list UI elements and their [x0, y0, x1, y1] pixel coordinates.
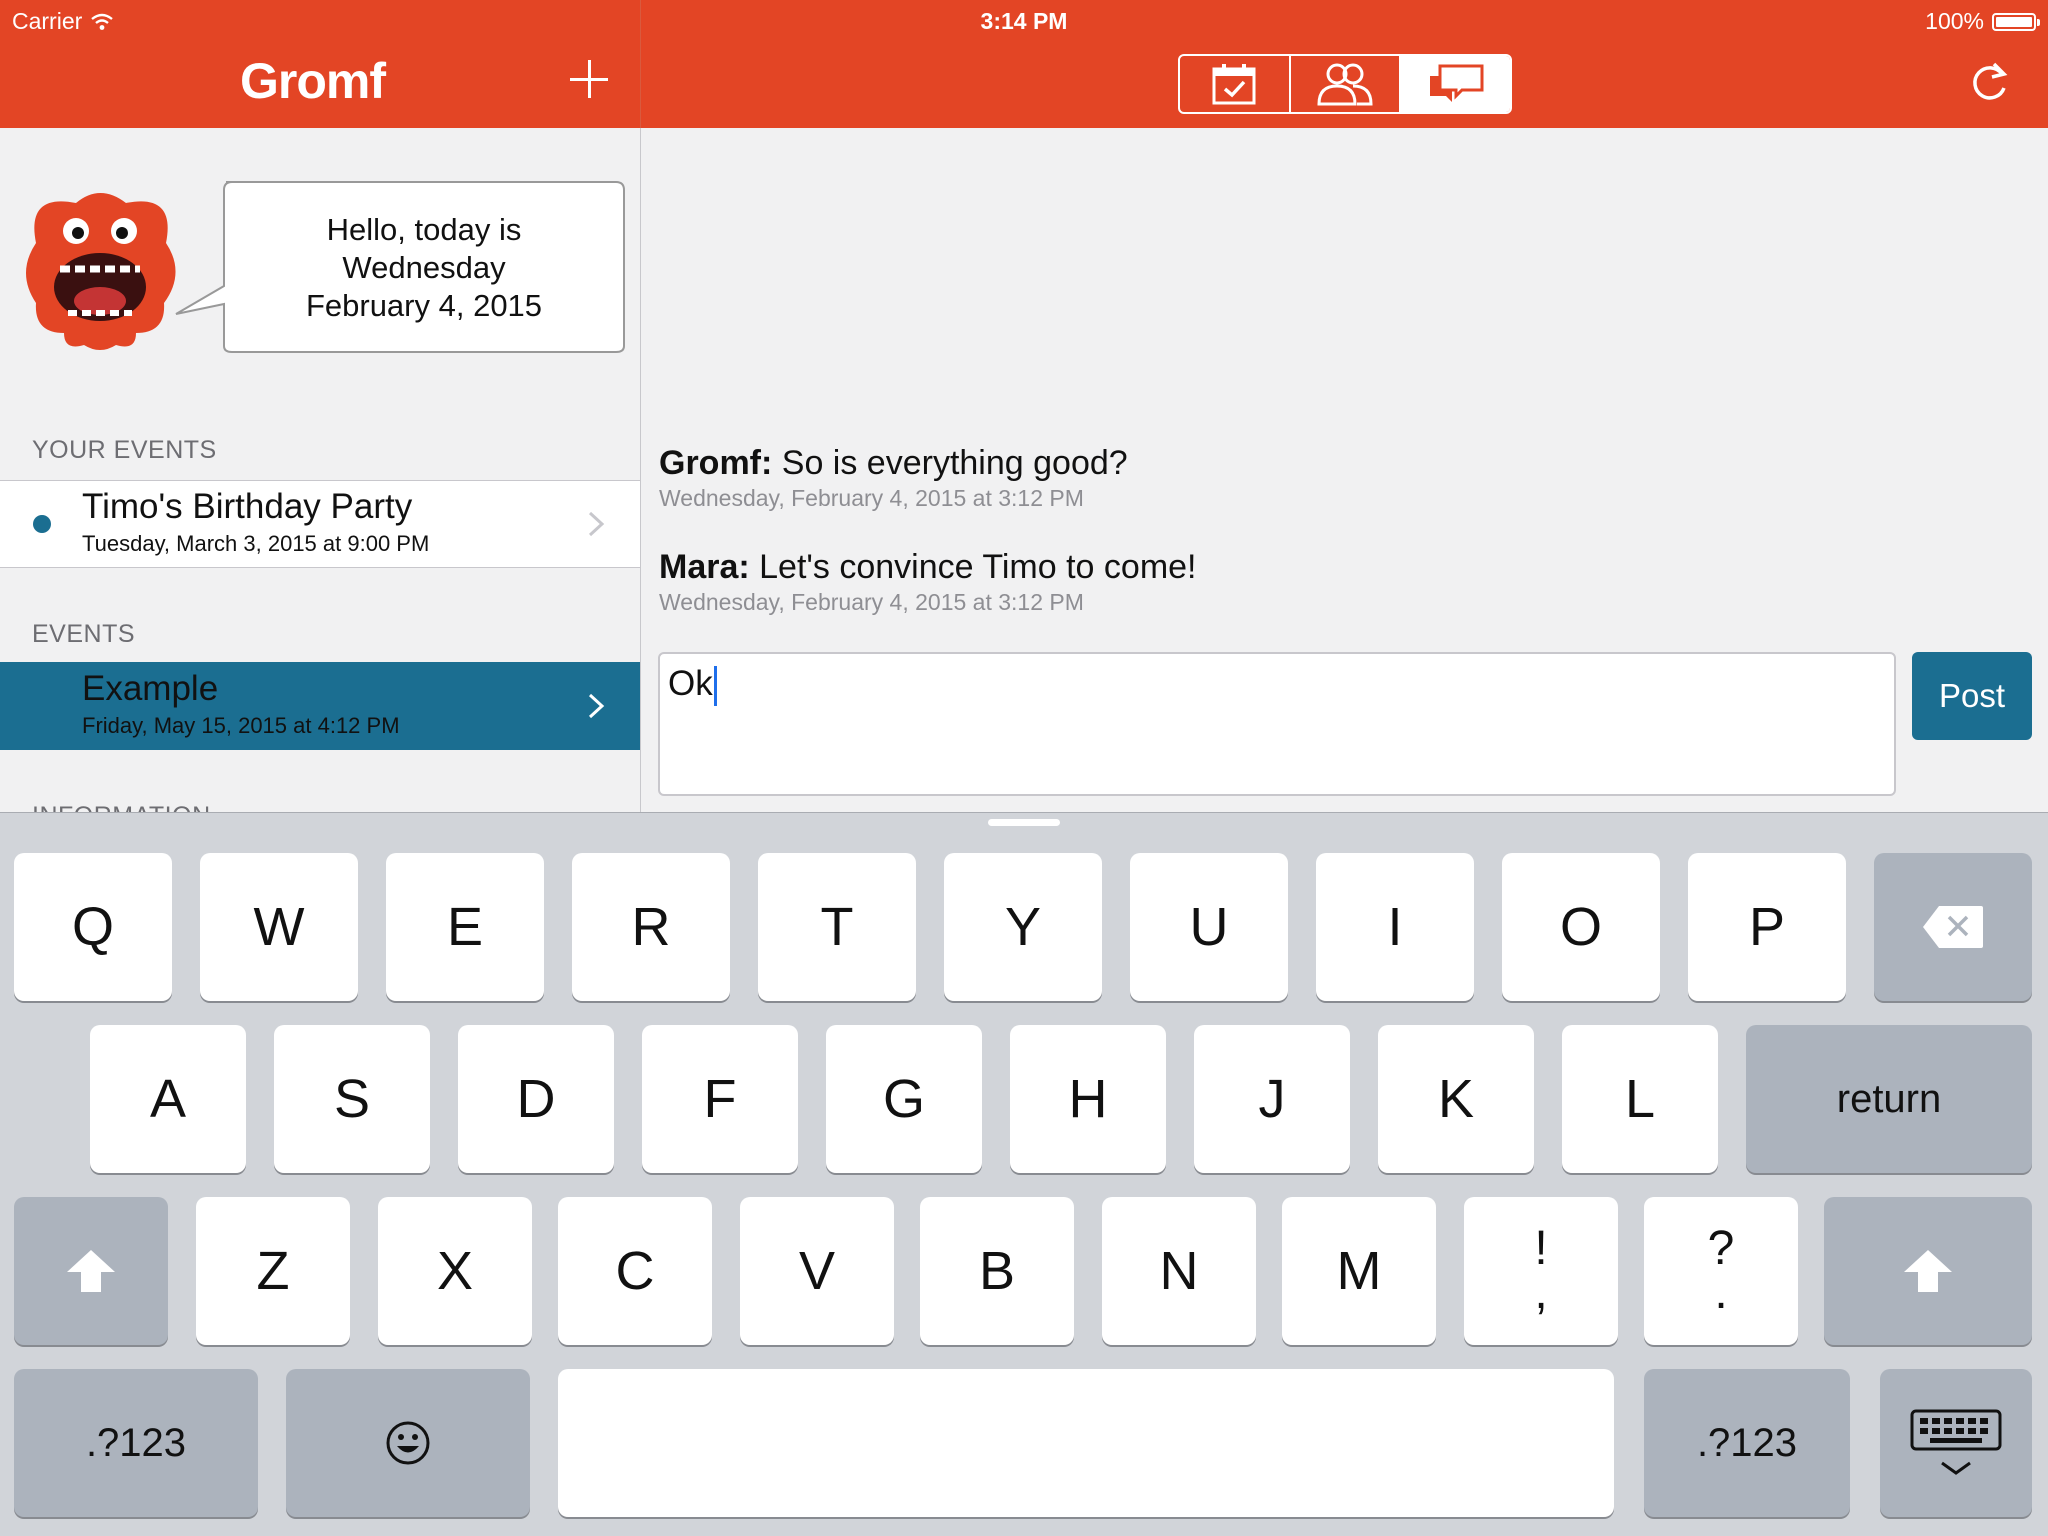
- unread-dot: [33, 515, 51, 533]
- battery-indicator: 100%: [1925, 8, 2040, 35]
- key-h[interactable]: H: [1010, 1025, 1166, 1173]
- onscreen-keyboard: Q W E R T Y U I O P A S D F G H J K L re…: [0, 812, 2048, 1536]
- key-g[interactable]: G: [826, 1025, 982, 1173]
- message-input[interactable]: Ok: [658, 652, 1896, 796]
- key-m[interactable]: M: [1282, 1197, 1436, 1345]
- chevron-right-icon: [588, 693, 605, 719]
- emoji-icon: [386, 1421, 430, 1465]
- gromf-mascot: [26, 193, 176, 350]
- battery-icon: [1992, 12, 2040, 31]
- shift-icon: [67, 1250, 115, 1292]
- event-title: Timo's Birthday Party: [82, 487, 413, 526]
- key-l[interactable]: L: [1562, 1025, 1718, 1173]
- key-exclaim-comma[interactable]: !,: [1464, 1197, 1618, 1345]
- view-segmented-control: [1178, 54, 1512, 114]
- chevron-right-icon: [588, 511, 605, 537]
- key-n[interactable]: N: [1102, 1197, 1256, 1345]
- status-bar: Carrier 3:14 PM 100%: [0, 0, 2048, 42]
- message-author: Mara:: [659, 548, 750, 586]
- battery-percent: 100%: [1925, 8, 1984, 34]
- events-header: EVENTS: [32, 620, 136, 648]
- delete-key[interactable]: [1874, 853, 2032, 1001]
- key-top-char: !: [1534, 1222, 1548, 1275]
- key-r[interactable]: R: [572, 853, 730, 1001]
- event-date: Tuesday, March 3, 2015 at 9:00 PM: [82, 531, 430, 556]
- message-author: Gromf:: [659, 444, 773, 482]
- keyboard-handle[interactable]: [988, 819, 1060, 826]
- key-i[interactable]: I: [1316, 853, 1474, 1001]
- post-button[interactable]: Post: [1912, 652, 2032, 740]
- shift-key-right[interactable]: [1824, 1197, 2032, 1345]
- key-w[interactable]: W: [200, 853, 358, 1001]
- key-f[interactable]: F: [642, 1025, 798, 1173]
- key-x[interactable]: X: [378, 1197, 532, 1345]
- event-row-timo-birthday[interactable]: Timo's Birthday Party Tuesday, March 3, …: [0, 480, 640, 568]
- key-z[interactable]: Z: [196, 1197, 350, 1345]
- key-d[interactable]: D: [458, 1025, 614, 1173]
- message-line: Gromf: So is everything good?: [659, 444, 1128, 483]
- key-top-char: ?: [1707, 1222, 1735, 1275]
- event-title: Example: [82, 669, 219, 708]
- key-y[interactable]: Y: [944, 853, 1102, 1001]
- nav-divider: [640, 0, 641, 128]
- backspace-icon: [1923, 906, 1983, 948]
- greeting-line-2: Wednesday: [342, 250, 506, 285]
- return-key[interactable]: return: [1746, 1025, 2032, 1173]
- key-t[interactable]: T: [758, 853, 916, 1001]
- event-date: Friday, May 15, 2015 at 4:12 PM: [82, 713, 400, 738]
- numbers-key-left[interactable]: .?123: [14, 1369, 258, 1517]
- event-row-example[interactable]: Example Friday, May 15, 2015 at 4:12 PM: [0, 662, 640, 750]
- calendar-check-icon: [1212, 64, 1256, 105]
- key-c[interactable]: C: [558, 1197, 712, 1345]
- key-p[interactable]: P: [1688, 853, 1846, 1001]
- your-events-header: YOUR EVENTS: [32, 436, 217, 464]
- chat-message: Mara: Let's convince Timo to come! Wedne…: [659, 548, 1197, 616]
- message-input-value: Ok: [668, 664, 713, 703]
- space-bar[interactable]: [558, 1369, 1614, 1517]
- keyboard-dismiss-icon: [1910, 1409, 2002, 1475]
- key-j[interactable]: J: [1194, 1025, 1350, 1173]
- message-timestamp: Wednesday, February 4, 2015 at 3:12 PM: [659, 589, 1084, 615]
- key-v[interactable]: V: [740, 1197, 894, 1345]
- shift-key-left[interactable]: [14, 1197, 168, 1345]
- greeting-line-3: February 4, 2015: [305, 288, 543, 323]
- key-u[interactable]: U: [1130, 853, 1288, 1001]
- segment-calendar[interactable]: [1180, 56, 1291, 112]
- key-question-period[interactable]: ?.: [1644, 1197, 1798, 1345]
- shift-icon: [1904, 1250, 1952, 1292]
- key-o[interactable]: O: [1502, 853, 1660, 1001]
- key-a[interactable]: A: [90, 1025, 246, 1173]
- message-text: So is everything good?: [772, 444, 1128, 482]
- events-sidebar: Hello, today is Wednesday February 4, 20…: [0, 128, 640, 812]
- segment-people[interactable]: [1291, 56, 1402, 112]
- key-q[interactable]: Q: [14, 853, 172, 1001]
- chat-message: Gromf: So is everything good? Wednesday,…: [659, 444, 1128, 512]
- greeting-line-1: Hello, today is: [326, 212, 522, 247]
- segment-chat[interactable]: [1401, 56, 1510, 112]
- dismiss-keyboard-key[interactable]: [1880, 1369, 2032, 1517]
- key-k[interactable]: K: [1378, 1025, 1534, 1173]
- emoji-key[interactable]: [286, 1369, 530, 1517]
- chat-panel: Gromf: So is everything good? Wednesday,…: [641, 128, 2048, 812]
- key-b[interactable]: B: [920, 1197, 1074, 1345]
- message-line: Mara: Let's convince Timo to come!: [659, 548, 1197, 587]
- people-icon: [1317, 63, 1373, 106]
- key-e[interactable]: E: [386, 853, 544, 1001]
- numbers-key-right[interactable]: .?123: [1644, 1369, 1850, 1517]
- add-event-button[interactable]: [566, 56, 614, 104]
- chat-bubbles-icon: [1429, 64, 1484, 102]
- message-timestamp: Wednesday, February 4, 2015 at 3:12 PM: [659, 485, 1084, 511]
- information-header: INFORMATION: [32, 802, 211, 812]
- navigation-bar: Carrier 3:14 PM 100% Gromf: [0, 0, 2048, 128]
- refresh-icon[interactable]: [1966, 60, 2012, 106]
- greeting-text: Hello, today is Wednesday February 4, 20…: [224, 182, 624, 354]
- app-title: Gromf: [240, 53, 386, 109]
- message-text: Let's convince Timo to come!: [749, 548, 1197, 586]
- key-s[interactable]: S: [274, 1025, 430, 1173]
- key-bottom-char: ,: [1534, 1266, 1548, 1319]
- status-time: 3:14 PM: [980, 8, 1068, 34]
- text-caret: [713, 665, 717, 706]
- key-bottom-char: .: [1714, 1266, 1728, 1319]
